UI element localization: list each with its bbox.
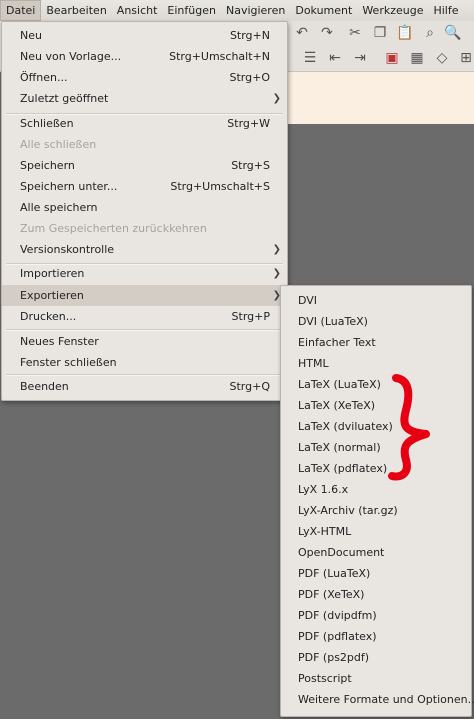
menu-werkzeuge[interactable]: Werkzeuge <box>357 0 428 21</box>
item-label: Alle speichern <box>20 201 98 214</box>
menu-item-schliessen[interactable]: Schließen Strg+W <box>2 113 287 134</box>
view-icon[interactable]: ⊞ <box>456 48 474 68</box>
export-latex-dviluatex[interactable]: LaTeX (dviluatex) <box>281 416 471 437</box>
item-shortcut: Strg+S <box>231 159 270 172</box>
export-lyx-html[interactable]: LyX-HTML <box>281 521 471 542</box>
menu-navigieren[interactable]: Navigieren <box>221 0 290 21</box>
item-label: Speichern unter... <box>20 180 118 193</box>
submenu-arrow-icon: ❯ <box>272 244 281 255</box>
export-latex-normal[interactable]: LaTeX (normal) <box>281 437 471 458</box>
item-shortcut: Strg+Umschalt+N <box>169 50 270 63</box>
item-label: Öffnen... <box>20 71 68 84</box>
menu-item-oeffnen[interactable]: Öffnen... Strg+O <box>2 67 287 88</box>
item-label: Zum Gespeicherten zurückkehren <box>20 222 207 235</box>
export-submenu: DVI DVI (LuaTeX) Einfacher Text HTML LaT… <box>280 285 474 717</box>
indent-more-icon[interactable]: ⇥ <box>350 48 370 68</box>
menu-item-speichern-unter[interactable]: Speichern unter... Strg+Umschalt+S <box>2 176 287 197</box>
item-label: Alle schließen <box>20 138 97 151</box>
item-shortcut: Strg+Umschalt+S <box>170 180 270 193</box>
export-lyx-archive[interactable]: LyX-Archiv (tar.gz) <box>281 500 471 521</box>
export-dvi[interactable]: DVI <box>281 290 471 311</box>
export-pdf-dvipdfm[interactable]: PDF (dvipdfm) <box>281 605 471 626</box>
item-label: Schließen <box>20 117 74 130</box>
menu-item-alle-schliessen: Alle schließen <box>2 134 287 155</box>
menu-hilfe[interactable]: Hilfe <box>428 0 463 21</box>
menu-item-beenden[interactable]: Beenden Strg+Q <box>2 376 287 397</box>
item-shortcut: Strg+O <box>229 71 270 84</box>
menu-item-neues-fenster[interactable]: Neues Fenster <box>2 331 287 352</box>
export-pdf-pdflatex[interactable]: PDF (pdflatex) <box>281 626 471 647</box>
export-postscript[interactable]: Postscript <box>281 668 471 689</box>
menu-item-neu-von-vorlage[interactable]: Neu von Vorlage... Strg+Umschalt+N <box>2 46 287 67</box>
find-icon[interactable]: ⌕ <box>420 23 440 43</box>
item-shortcut: Strg+P <box>231 310 270 323</box>
list-icon[interactable]: ☰ <box>300 48 320 68</box>
item-label: Zuletzt geöffnet <box>20 92 109 105</box>
item-label: Speichern <box>20 159 75 172</box>
item-label: Neu von Vorlage... <box>20 50 122 63</box>
item-label: Exportieren <box>20 289 84 302</box>
menu-einfuegen[interactable]: Einfügen <box>162 0 221 21</box>
item-label: Fenster schließen <box>20 356 117 369</box>
menu-bar: Datei Bearbeiten Ansicht Einfügen Navigi… <box>0 0 474 22</box>
paste-icon[interactable]: 📋 <box>395 23 415 43</box>
red-brace-annotation <box>388 374 430 481</box>
export-more-formats[interactable]: Weitere Formate und Optionen... <box>281 689 474 710</box>
label-icon[interactable]: ◇ <box>432 48 452 68</box>
copy-icon[interactable]: ❐ <box>370 23 390 43</box>
export-opendocument[interactable]: OpenDocument <box>281 542 471 563</box>
export-latex-luatex[interactable]: LaTeX (LuaTeX) <box>281 374 471 395</box>
export-latex-xetex[interactable]: LaTeX (XeTeX) <box>281 395 471 416</box>
cut-icon[interactable]: ✂ <box>345 23 365 43</box>
submenu-arrow-icon: ❯ <box>272 93 281 104</box>
export-lyx-16x[interactable]: LyX 1.6.x <box>281 479 471 500</box>
table-icon[interactable]: ▦ <box>407 48 427 68</box>
menu-datei[interactable]: Datei <box>0 0 42 21</box>
menu-dokument[interactable]: Dokument <box>290 0 357 21</box>
export-pdf-ps2pdf[interactable]: PDF (ps2pdf) <box>281 647 471 668</box>
document-area[interactable] <box>286 72 474 124</box>
item-label: Beenden <box>20 380 69 393</box>
item-label: Versionskontrolle <box>20 243 115 256</box>
export-dvi-luatex[interactable]: DVI (LuaTeX) <box>281 311 471 332</box>
menu-item-drucken[interactable]: Drucken... Strg+P <box>2 306 287 327</box>
insert-graphic-icon[interactable]: ▣ <box>382 48 402 68</box>
menu-item-neu[interactable]: Neu Strg+N <box>2 25 287 46</box>
item-label: Importieren <box>20 267 85 280</box>
item-shortcut: Strg+Q <box>229 380 270 393</box>
indent-less-icon[interactable]: ⇤ <box>325 48 345 68</box>
undo-icon[interactable]: ↶ <box>292 23 312 43</box>
item-label: Drucken... <box>20 310 77 323</box>
menu-ansicht[interactable]: Ansicht <box>112 0 163 21</box>
datei-menu: Neu Strg+N Neu von Vorlage... Strg+Umschal… <box>1 21 288 401</box>
item-shortcut: Strg+N <box>229 29 270 42</box>
export-pdf-luatex[interactable]: PDF (LuaTeX) <box>281 563 471 584</box>
item-label: Neues Fenster <box>20 335 99 348</box>
item-label: Neu <box>20 29 42 42</box>
menu-item-zurueckkehren: Zum Gespeicherten zurückkehren <box>2 218 287 239</box>
submenu-arrow-icon: ❯ <box>272 268 281 279</box>
menu-item-exportieren[interactable]: Exportieren ❯ <box>2 285 287 306</box>
menu-bearbeiten[interactable]: Bearbeiten <box>41 0 111 21</box>
item-shortcut: Strg+W <box>227 117 270 130</box>
export-latex-pdflatex[interactable]: LaTeX (pdflatex) <box>281 458 471 479</box>
export-html[interactable]: HTML <box>281 353 471 374</box>
export-plain-text[interactable]: Einfacher Text <box>281 332 471 353</box>
menu-item-zuletzt-geoeffnet[interactable]: Zuletzt geöffnet ❯ <box>2 88 287 109</box>
export-pdf-xetex[interactable]: PDF (XeTeX) <box>281 584 471 605</box>
menu-item-importieren[interactable]: Importieren ❯ <box>2 263 287 284</box>
redo-icon[interactable]: ↷ <box>317 23 337 43</box>
menu-item-speichern[interactable]: Speichern Strg+S <box>2 155 287 176</box>
menu-item-versionskontrolle[interactable]: Versionskontrolle ❯ <box>2 239 287 260</box>
zoom-icon[interactable]: 🔍 <box>443 23 463 43</box>
menu-item-fenster-schliessen[interactable]: Fenster schließen <box>2 352 287 373</box>
menu-item-alle-speichern[interactable]: Alle speichern <box>2 197 287 218</box>
